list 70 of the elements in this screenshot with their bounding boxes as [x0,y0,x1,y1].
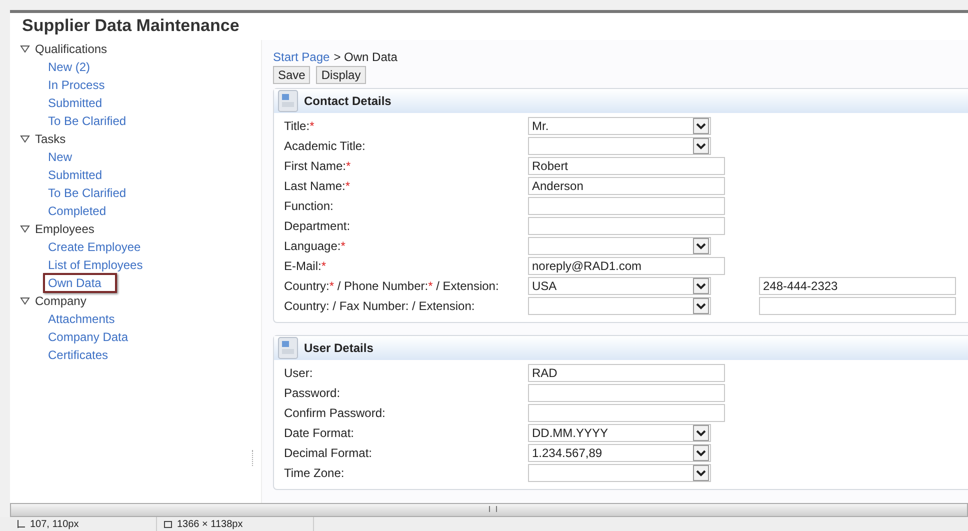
input-field[interactable] [759,297,956,315]
field-label: Date Format: [284,426,356,440]
input-field[interactable]: noreply@RAD1.com [528,257,725,275]
field-label: Title:* [284,119,316,133]
field-label: Time Zone: [284,466,346,480]
field-label: Password: [284,386,342,400]
sidebar-link[interactable]: In Process [43,75,110,95]
field-label: Confirm Password: [284,406,386,420]
dropdown-field[interactable]: Mr. [528,117,711,135]
breadcrumb-current: > Own Data [334,50,398,64]
field-label: Function: [284,199,334,213]
collapse-triangle-icon [20,225,30,233]
sidebar-link[interactable]: Submitted [43,165,108,185]
field-label: User: [284,366,314,380]
sidebar-link[interactable]: Completed [43,201,112,221]
input-field[interactable] [528,404,725,422]
input-field[interactable]: RAD [528,364,725,382]
sidebar-group[interactable]: Tasks [20,130,249,148]
panel-title: Contact Details [304,94,392,108]
sidebar-link[interactable]: New [43,147,78,167]
collapse-triangle-icon [20,135,30,143]
input-field[interactable]: Anderson [528,177,725,195]
sidebar-link[interactable]: Attachments [43,309,120,329]
input-field[interactable]: Robert [528,157,725,175]
status-text: 107, 110px [30,518,79,530]
breadcrumb-link[interactable]: Start Page [273,50,330,64]
field-label: Country:* / Phone Number:* / Extension: [284,279,500,293]
field-label: First Name:* [284,159,352,173]
dropdown-field[interactable] [528,137,711,155]
dropdown-field[interactable]: DD.MM.YYYY [528,424,711,442]
sidebar-link[interactable]: Submitted [43,93,108,113]
sidebar-group[interactable]: Qualifications [20,40,249,58]
field-label: Department: [284,219,352,233]
collapse-triangle-icon [20,297,30,305]
sidebar-link[interactable]: Own Data [43,273,118,293]
horizontal-scrollbar[interactable] [10,503,968,517]
dropdown-field[interactable] [528,297,711,315]
field-label: E-Mail:* [284,259,328,273]
save-button[interactable]: Save [273,66,310,84]
display-button[interactable]: Display [316,66,366,84]
status-text: 1366 × 1138px [177,518,243,530]
page-title: Supplier Data Maintenance [22,16,240,36]
sidebar-link[interactable]: To Be Clarified [43,183,132,203]
field-label: Language:* [284,239,346,253]
input-field[interactable] [528,197,725,215]
dropdown-field[interactable] [528,464,711,482]
input-field[interactable] [528,217,725,235]
sidebar-link[interactable]: New (2) [43,57,96,77]
sidebar-group[interactable]: Company [20,292,249,310]
input-field[interactable]: 248-444-2323 [759,277,956,295]
collapse-triangle-icon [20,45,30,53]
cursor-position-icon [16,519,26,529]
sidebar-link[interactable]: Certificates [43,345,114,365]
sidebar-link[interactable]: Company Data [43,327,134,347]
sidebar-link[interactable]: To Be Clarified [43,111,132,131]
field-label: Country: / Fax Number: / Extension: [284,299,476,313]
sidebar-group[interactable]: Employees [20,220,249,238]
dropdown-field[interactable]: 1.234.567,89 [528,444,711,462]
panel-icon[interactable] [278,337,298,359]
input-field[interactable] [528,384,725,402]
sidebar-link[interactable]: Create Employee [43,237,146,257]
field-label: Academic Title: [284,139,366,153]
field-label: Decimal Format: [284,446,374,460]
dropdown-field[interactable] [528,237,711,255]
panel-title: User Details [304,341,374,355]
panel-icon[interactable] [278,90,298,112]
sidebar-link[interactable]: List of Employees [43,255,148,275]
field-label: Last Name:* [284,179,352,193]
dropdown-field[interactable]: USA [528,277,711,295]
dimensions-icon [163,519,173,529]
